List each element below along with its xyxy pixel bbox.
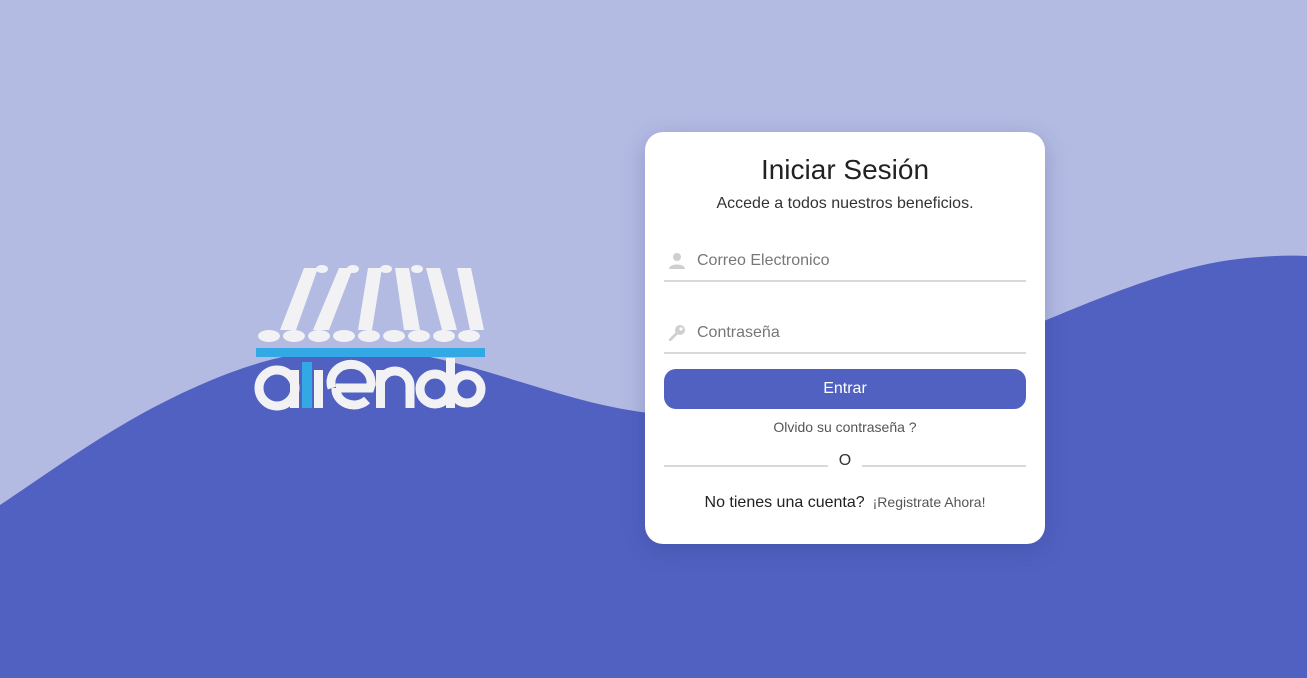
login-page: Iniciar Sesión Accede a todos nuestros b… <box>0 0 1307 678</box>
atiendo-logo <box>252 262 492 422</box>
signup-question: No tienes una cuenta? <box>704 494 865 511</box>
key-icon <box>669 325 685 341</box>
forgot-password-link[interactable]: Olvido su contraseña ? <box>645 419 1045 435</box>
register-link[interactable]: ¡Registrate Ahora! <box>873 494 986 510</box>
login-card: Iniciar Sesión Accede a todos nuestros b… <box>645 132 1045 544</box>
password-field-group <box>664 314 1026 354</box>
login-button[interactable]: Entrar <box>664 369 1026 409</box>
or-divider: O <box>664 450 1026 470</box>
email-field[interactable] <box>697 248 1017 274</box>
login-title: Iniciar Sesión <box>760 154 930 185</box>
divider-line-right <box>862 465 1026 467</box>
password-field[interactable] <box>697 320 1017 346</box>
email-field-group <box>664 242 1026 282</box>
divider-label: O <box>838 452 852 469</box>
signup-prompt: No tienes una cuenta? ¡Registrate Ahora! <box>645 494 1045 512</box>
user-icon <box>669 253 685 269</box>
login-subtitle: Accede a todos nuestros beneficios. <box>716 195 974 212</box>
